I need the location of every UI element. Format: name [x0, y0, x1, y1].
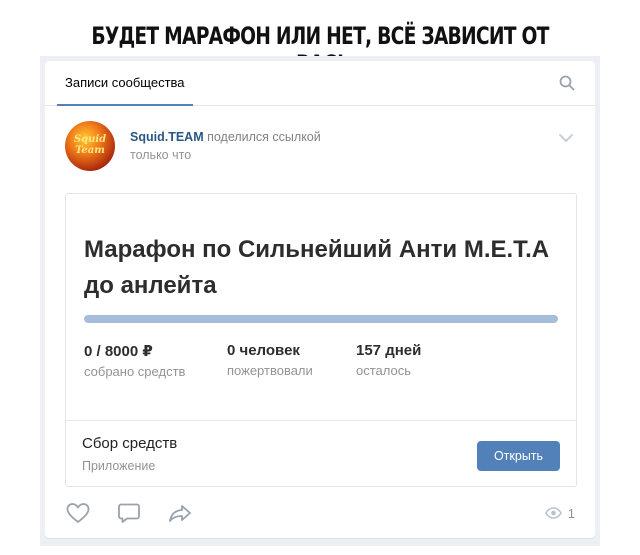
tab-label: Записи сообщества — [65, 75, 185, 90]
author-link[interactable]: Squid.TEAM — [130, 130, 204, 144]
fundraiser-attachment[interactable]: Марафон по Сильнейший Анти М.Е.Т.А до ан… — [65, 193, 577, 487]
fundraiser-title: Марафон по Сильнейший Анти М.Е.Т.А до ан… — [84, 236, 550, 299]
stat-label: осталось — [356, 363, 412, 378]
heart-icon[interactable] — [65, 501, 91, 525]
stat-value: 0 человек — [227, 342, 300, 359]
attachment-divider — [66, 420, 576, 421]
search-icon[interactable] — [559, 75, 575, 91]
stat-label: собрано средств — [84, 364, 186, 379]
open-button[interactable]: Открыть — [477, 441, 560, 471]
comment-icon[interactable] — [116, 501, 142, 525]
post-action: поделился ссылкой — [203, 130, 321, 144]
post-actions: 1 — [65, 501, 575, 525]
chevron-down-icon[interactable] — [559, 133, 573, 143]
stat-value: 157 дней — [356, 342, 422, 359]
views-counter: 1 — [544, 503, 575, 523]
app-subtitle: Приложение — [82, 459, 156, 473]
wall-tabs: Записи сообщества — [45, 61, 595, 106]
post-time[interactable]: только что — [130, 148, 191, 162]
avatar-logo-text: Squid Team — [73, 134, 107, 156]
tab-community-posts[interactable]: Записи сообщества — [57, 61, 193, 106]
post-header: Squid Team Squid.TEAM поделился ссылкой … — [65, 121, 575, 173]
share-icon[interactable] — [167, 501, 193, 525]
app-title: Сбор средств — [82, 435, 178, 452]
fundraiser-progress-bar — [84, 315, 558, 323]
stat-label: пожертвовали — [227, 363, 313, 378]
stat-value: 0 / 8000 ₽ — [84, 343, 153, 360]
avatar[interactable]: Squid Team — [65, 121, 115, 171]
post-card: Записи сообщества Squid Team Squid.TEAM … — [45, 61, 595, 538]
stat-days-left: 157 дней осталось — [356, 342, 421, 378]
stat-donors: 0 человек пожертвовали — [227, 342, 313, 378]
stat-collected: 0 / 8000 ₽ собрано средств — [84, 342, 185, 379]
author-line: Squid.TEAM поделился ссылкой — [130, 130, 321, 144]
eye-icon — [544, 507, 562, 519]
views-count: 1 — [567, 505, 575, 521]
progress-fill — [84, 315, 558, 323]
